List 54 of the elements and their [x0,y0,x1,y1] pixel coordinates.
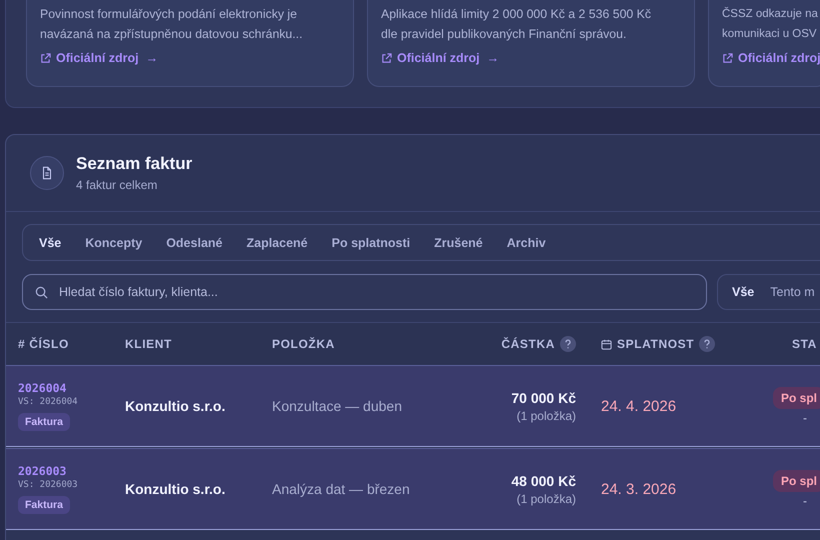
variable-symbol: VS: 2026004 [18,397,79,407]
item-count: (1 položka) [516,492,576,506]
official-source-link[interactable]: Oficiální zdroj [722,51,820,65]
filter-tab[interactable]: Po splatnosti [322,232,420,254]
client-name: Konzultio s.r.o. [125,481,226,497]
filter-tab[interactable]: Archiv [496,232,556,254]
variable-symbol: VS: 2026003 [18,480,79,490]
invoice-type-tag: Faktura [18,496,70,514]
invoice-number[interactable]: 2026003 [18,464,125,478]
card-description: Aplikace hlídá limity 2 000 000 Kč a 2 536 500 Kč dle pravidel publikovaných Finanční správou. [381,6,652,43]
due-date: 24. 3. 2026 [600,480,678,498]
item-count: (1 položka) [516,408,576,422]
card-description: ČSSZ odkazuje na komunikaci u OSV [722,6,819,42]
period-option[interactable]: Tento m [762,281,820,303]
status-badge: Po spl [773,470,820,492]
item-name: Konzultace — duben [272,398,403,414]
column-label: # ČÍSLO [18,337,69,351]
calendar-icon [601,338,612,350]
column-label: STA [792,337,817,351]
column-label: SPLATNOST [617,337,694,351]
filter-tab[interactable]: Vše [39,232,72,254]
status-badge: Po spl [773,387,820,409]
invoice-row[interactable]: 2026004 VS: 2026004 Faktura Konzultio s.r.o. Konzultace — duben 70 000 Kč (1 položka) 24. 4. 2026 Po spl - [6,365,820,447]
status-note: - [803,494,807,508]
client-name: Konzultio s.r.o. [125,398,226,414]
document-icon [30,156,64,190]
filter-tab[interactable]: Odeslané [156,232,232,254]
filter-tab[interactable]: Zrušené [424,232,493,254]
amount: 48 000 Kč [510,472,576,488]
panel-title: Seznam faktur [76,154,192,174]
search-field[interactable]: Hledat číslo faktury, klienta... [22,274,707,310]
period-option[interactable]: Vše [724,281,762,303]
status-note: - [803,411,807,425]
invoice-number[interactable]: 2026004 [18,381,125,395]
external-link-icon [381,52,392,64]
filter-tab[interactable]: Zaplacené [236,232,318,254]
external-link-icon [722,52,733,64]
official-source-link[interactable]: Oficiální zdroj → [381,51,500,65]
column-label: ČÁSTKA [501,337,555,351]
filter-tab[interactable]: Koncepty [75,232,152,254]
column-label: KLIENT [125,337,172,351]
amount: 70 000 Kč [510,390,576,406]
column-label: POLOŽKA [272,337,335,351]
due-date: 24. 4. 2026 [600,398,678,414]
official-source-link[interactable]: Oficiální zdroj → [40,51,158,65]
card-description: Povinnost formulářových podání elektronicky je navázaná na zpřístupněnou datovou schránku... [40,6,304,43]
invoice-count: 4 faktur celkem [76,178,158,192]
search-icon [35,286,48,299]
help-icon[interactable] [560,336,576,352]
help-icon[interactable] [699,336,716,352]
invoice-type-tag: Faktura [18,413,70,431]
invoice-row[interactable]: 2026003 VS: 2026003 Faktura Konzultio s.r.o. Analýza dat — březen 48 000 Kč (1 položka) 24. 3. 2026 Po spl - [6,448,820,530]
item-name: Analýza dat — březen [272,481,411,497]
external-link-icon [40,52,51,64]
